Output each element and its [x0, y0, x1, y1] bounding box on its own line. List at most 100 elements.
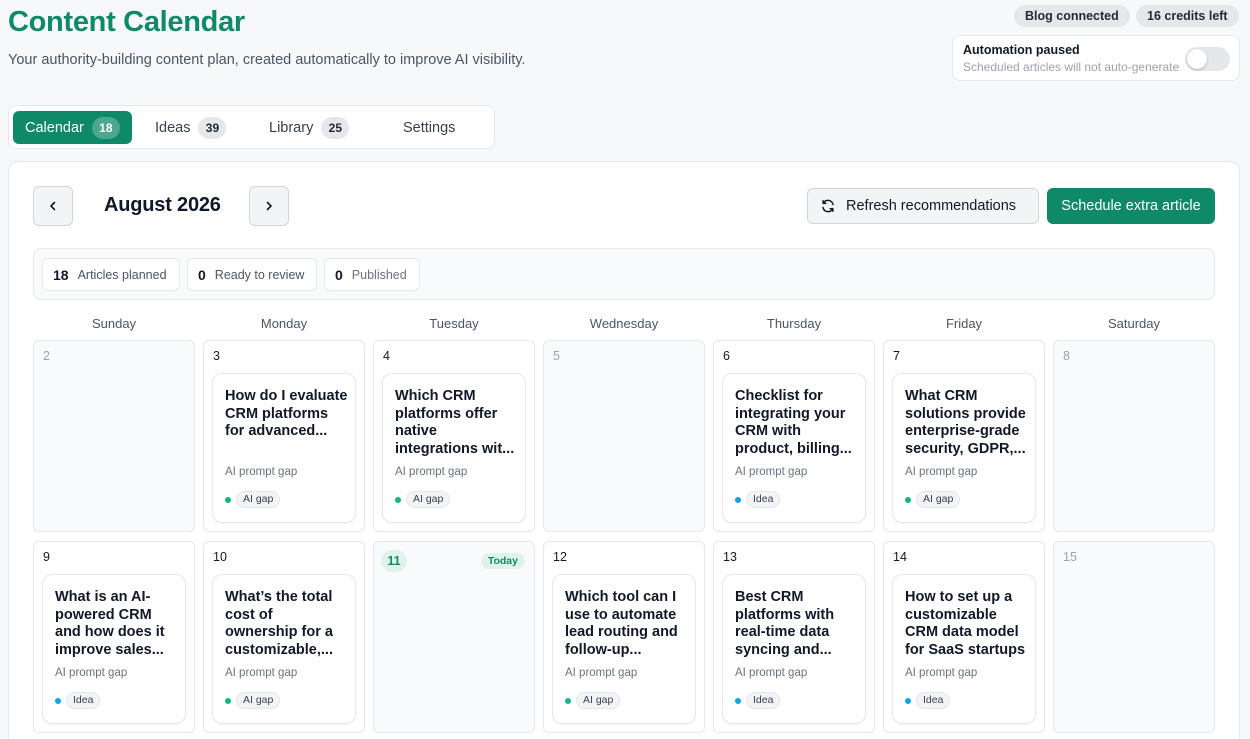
automation-subtitle: Scheduled articles will not auto-generat… [963, 60, 1180, 74]
day-number: 14 [893, 550, 907, 564]
current-month: August 2026 [104, 194, 221, 216]
automation-toggle[interactable] [1185, 47, 1230, 71]
toggle-knob [1187, 49, 1207, 69]
day-number: 13 [723, 550, 737, 564]
calendar-day[interactable]: 4 Which CRM platforms offer native integr… [373, 340, 535, 532]
article-title: Checklist for integrating your CRM with … [735, 388, 852, 457]
article-card[interactable]: Best CRM platforms with real-time data s… [722, 574, 866, 724]
article-tag: Idea [905, 692, 951, 709]
tab-ideas[interactable]: Ideas 39 [143, 111, 238, 144]
tab-ideas-label: Ideas [155, 119, 191, 136]
weekday-thursday: Thursday [766, 316, 822, 331]
day-number: 15 [1063, 550, 1077, 564]
article-tag: AI gap [225, 692, 281, 709]
article-card[interactable]: What’s the total cost of ownership for a… [212, 574, 356, 724]
article-card[interactable]: Which CRM platforms offer native integra… [382, 373, 526, 523]
article-card[interactable]: What is an AI-powered CRM and how does i… [42, 574, 186, 724]
article-source: AI prompt gap [905, 667, 978, 679]
article-title: Which tool can I use to automate lead ro… [565, 589, 678, 658]
article-card[interactable]: How to set up a customizable CRM data mo… [892, 574, 1036, 724]
day-number: 11 [381, 550, 407, 572]
article-tag: Idea [735, 491, 781, 508]
status-dot-icon [55, 697, 61, 704]
next-month-button[interactable] [249, 186, 289, 226]
status-dot-icon [395, 496, 401, 503]
stat-ready-to-review: 0 Ready to review [187, 258, 317, 291]
tag-label: AI gap [406, 491, 451, 508]
article-source: AI prompt gap [395, 466, 468, 478]
calendar-day[interactable]: 6 Checklist for integrating your CRM with… [713, 340, 875, 532]
article-card[interactable]: What CRM solutions provide enterprise-gr… [892, 373, 1036, 523]
calendar-day[interactable]: 15 [1053, 541, 1215, 733]
status-dot-icon [565, 697, 571, 704]
refresh-label: Refresh recommendations [846, 198, 1017, 214]
weekday-tuesday: Tuesday [429, 316, 479, 331]
day-number: 4 [383, 349, 390, 363]
credits-badge: 16 credits left [1136, 5, 1239, 27]
article-title: How do I evaluate CRM platforms for adva… [225, 388, 348, 439]
tag-label: AI gap [916, 491, 961, 508]
tag-label: Idea [916, 692, 951, 709]
calendar-day[interactable]: 14 How to set up a customizable CRM data … [883, 541, 1045, 733]
weekday-saturday: Saturday [1107, 316, 1161, 331]
stats-bar: 18 Articles planned 0 Ready to review 0 … [33, 248, 1215, 300]
stat-label: Ready to review [214, 267, 305, 282]
calendar-day[interactable]: 8 [1053, 340, 1215, 532]
weekday-wednesday: Wednesday [589, 316, 659, 331]
tab-calendar[interactable]: Calendar 18 [13, 111, 132, 144]
stat-label: Published [351, 267, 407, 282]
weekday-friday: Friday [945, 316, 983, 331]
calendar-day[interactable]: 9 What is an AI-powered CRM and how does … [33, 541, 195, 733]
refresh-icon [822, 199, 834, 213]
status-dot-icon [225, 496, 231, 503]
article-source: AI prompt gap [735, 667, 808, 679]
article-source: AI prompt gap [905, 466, 978, 478]
article-title: Best CRM platforms with real-time data s… [735, 589, 835, 658]
day-number: 10 [213, 550, 227, 564]
tab-library[interactable]: Library 25 [257, 111, 361, 144]
prev-month-button[interactable] [33, 186, 73, 226]
stat-value: 0 [198, 266, 206, 283]
blog-status-badge: Blog connected [1014, 5, 1130, 27]
stat-value: 0 [335, 266, 343, 283]
article-title: What CRM solutions provide enterprise-gr… [905, 388, 1026, 457]
stat-label: Articles planned [77, 267, 167, 282]
article-source: AI prompt gap [565, 667, 638, 679]
article-tag: AI gap [225, 491, 281, 508]
calendar-day[interactable]: 10 What’s the total cost of ownership for… [203, 541, 365, 733]
page-subtitle: Your authority-building content plan, cr… [8, 52, 526, 68]
stat-articles-planned: 18 Articles planned [42, 258, 180, 291]
chevron-left-icon [50, 201, 56, 211]
weekday-sunday: Sunday [91, 316, 137, 331]
status-dot-icon [905, 697, 911, 704]
calendar-day[interactable]: 2 [33, 340, 195, 532]
article-source: AI prompt gap [735, 466, 808, 478]
weekday-monday: Monday [260, 316, 308, 331]
calendar-day[interactable]: 12 Which tool can I use to automate lead … [543, 541, 705, 733]
day-number: 12 [553, 550, 567, 564]
calendar-day[interactable]: 3 How do I evaluate CRM platforms for adv… [203, 340, 365, 532]
tab-settings[interactable]: Settings [391, 111, 467, 144]
status-dot-icon [735, 496, 741, 503]
stat-value: 18 [53, 266, 69, 283]
article-card[interactable]: Which tool can I use to automate lead ro… [552, 574, 696, 724]
day-number: 3 [213, 349, 220, 363]
tab-calendar-count: 18 [91, 116, 120, 139]
stat-published: 0 Published [324, 258, 420, 291]
refresh-recommendations-button[interactable]: Refresh recommendations [807, 188, 1039, 224]
page-title: Content Calendar [8, 6, 245, 38]
automation-card: Automation paused Scheduled articles wil… [952, 35, 1240, 81]
article-card[interactable]: How do I evaluate CRM platforms for adva… [212, 373, 356, 523]
article-tag: Idea [735, 692, 781, 709]
schedule-extra-article-button[interactable]: Schedule extra article [1047, 188, 1215, 224]
calendar-day[interactable]: 13 Best CRM platforms with real-time data… [713, 541, 875, 733]
article-tag: AI gap [565, 692, 621, 709]
calendar-day[interactable]: 11 Today [373, 541, 535, 733]
article-card[interactable]: Checklist for integrating your CRM with … [722, 373, 866, 523]
day-number: 7 [893, 349, 900, 363]
calendar-day[interactable]: 5 [543, 340, 705, 532]
calendar-day[interactable]: 7 What CRM solutions provide enterprise-g… [883, 340, 1045, 532]
tab-library-count: 25 [321, 116, 350, 139]
article-title: How to set up a customizable CRM data mo… [905, 589, 1026, 658]
day-number: 8 [1063, 349, 1070, 363]
